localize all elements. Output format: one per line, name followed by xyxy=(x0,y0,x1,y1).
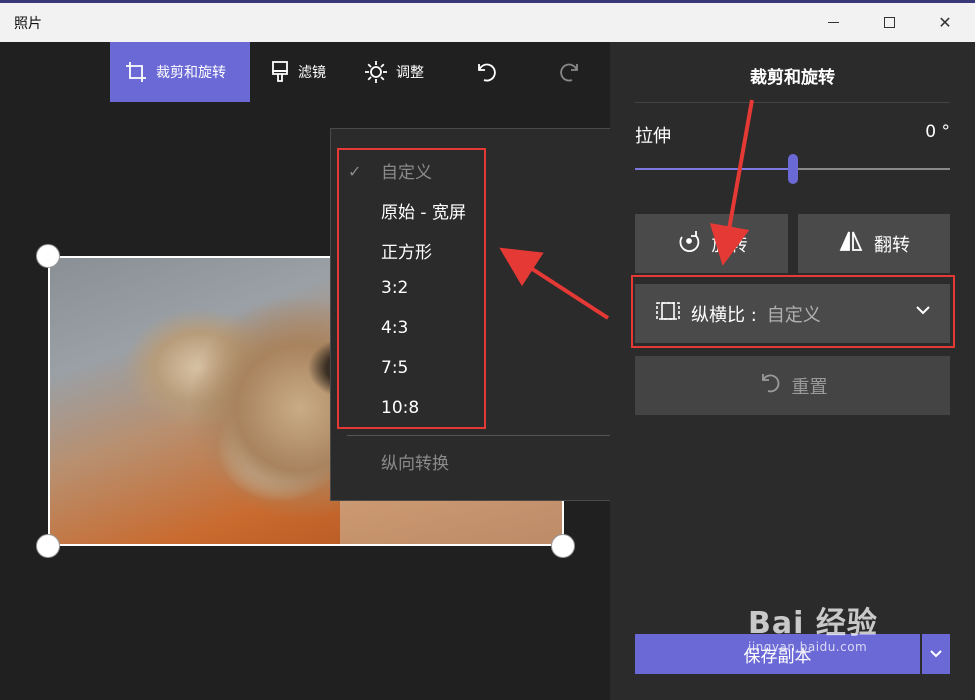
flip-label: 翻转 xyxy=(874,234,910,256)
redo-icon xyxy=(559,61,581,83)
stretch-slider[interactable] xyxy=(635,154,950,184)
brush-icon xyxy=(270,60,290,84)
menu-item-portrait-toggle[interactable]: 纵向转换 xyxy=(381,449,449,474)
minimize-icon xyxy=(827,22,839,23)
reset-icon xyxy=(758,371,782,400)
tab-adjust-label: 调整 xyxy=(396,65,424,81)
panel-divider xyxy=(635,102,950,103)
tab-adjust[interactable]: 调整 xyxy=(350,42,446,102)
window-title: 照片 xyxy=(14,16,42,32)
rotate-label: 旋转 xyxy=(711,234,748,256)
rotate-icon xyxy=(676,228,702,259)
flip-button[interactable]: 翻转 xyxy=(798,214,950,273)
tab-filter[interactable]: 滤镜 xyxy=(256,42,348,102)
chevron-down-icon xyxy=(930,650,942,658)
maximize-icon xyxy=(883,17,895,28)
brightness-icon xyxy=(364,60,388,84)
close-icon: ✕ xyxy=(938,13,952,32)
undo-icon xyxy=(475,61,497,83)
title-bar: 照片 ✕ xyxy=(0,0,975,42)
minimize-button[interactable] xyxy=(810,3,856,42)
rotate-button[interactable]: 旋转 xyxy=(635,214,788,273)
redo-button[interactable] xyxy=(550,42,590,102)
stretch-label: 拉伸 xyxy=(635,126,671,147)
reset-button[interactable]: 重置 xyxy=(635,356,950,415)
flip-icon xyxy=(838,228,864,259)
save-options-button[interactable] xyxy=(922,634,950,674)
tab-crop-label: 裁剪和旋转 xyxy=(156,65,226,81)
crop-handle-bottom-left[interactable] xyxy=(36,534,60,558)
stretch-slider-thumb[interactable] xyxy=(787,154,798,184)
watermark-url: jingyan.baidu.com xyxy=(748,640,868,654)
crop-handle-top-left[interactable] xyxy=(36,244,60,268)
close-button[interactable]: ✕ xyxy=(922,3,968,42)
menu-divider xyxy=(347,435,615,436)
tab-crop-rotate[interactable]: 裁剪和旋转 xyxy=(110,42,250,102)
maximize-button[interactable] xyxy=(866,3,912,42)
crop-icon xyxy=(124,60,148,84)
annotation-box-aspect xyxy=(631,275,955,348)
baidu-watermark: Bai 经验 jingyan.baidu.com xyxy=(748,598,878,654)
panel-title: 裁剪和旋转 xyxy=(750,68,835,88)
stretch-slider-fill xyxy=(635,168,793,170)
stretch-value: 0 ° xyxy=(925,122,950,142)
crop-handle-bottom-right[interactable] xyxy=(551,534,575,558)
annotation-box-menu xyxy=(337,148,486,429)
undo-button[interactable] xyxy=(466,42,506,102)
reset-label: 重置 xyxy=(791,376,828,398)
tab-filter-label: 滤镜 xyxy=(298,65,326,81)
watermark-logo: Bai 经验 xyxy=(748,606,878,641)
